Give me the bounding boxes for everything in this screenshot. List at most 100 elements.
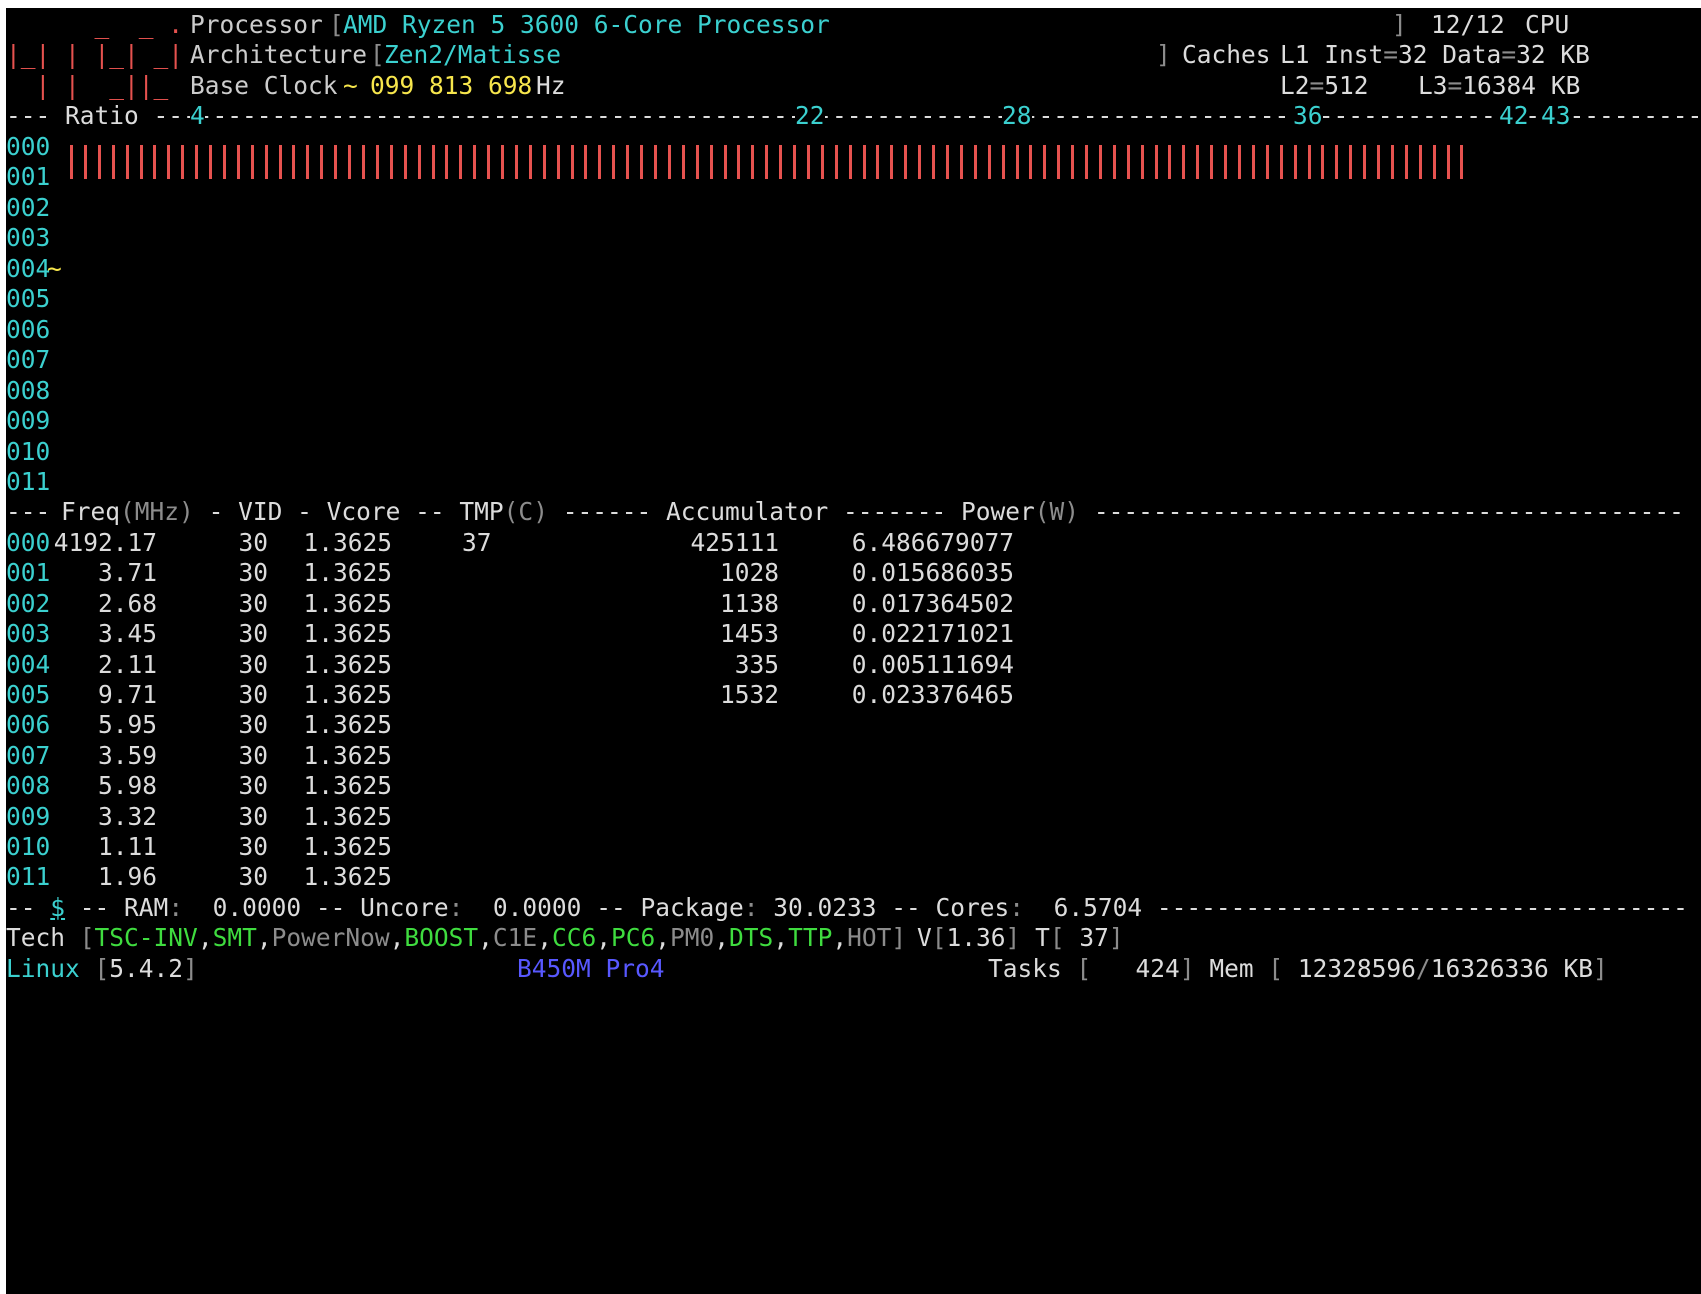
ratio-bar-tick [1363,145,1367,179]
table-cell-vid: 30 [238,771,268,801]
ratio-bar-tick [987,145,991,179]
ratio-bar-tick [1085,145,1089,179]
ratio-bar-tick [1404,145,1408,179]
ratio-bar-tick [111,145,115,179]
table-row-core: 003 [6,619,51,649]
table-cell-vid: 30 [238,710,268,740]
ratio-bar-tick [654,145,657,179]
ratio-bar-tick [1182,145,1186,179]
ratio-bar-tick [1446,145,1450,179]
ratio-tick: 4 [190,99,205,132]
ratio-bar-tick [751,145,755,179]
table-cell-vcore: 1.3625 [303,680,392,709]
table-cell-accumulator: 1028 [719,558,779,588]
tilde: ~ [343,71,358,100]
ratio-bar-tick [1418,145,1422,179]
logo-line-3: | | _||_ [6,71,169,100]
table-cell-power: 0.017364502 [851,588,1014,618]
table-cell-vcore: 1.3625 [303,832,392,861]
logo-line-1: _ _ . [6,10,184,39]
ratio-tick: 22 [795,99,825,132]
ratio-bar-tick [1349,145,1353,179]
ratio-bar-tick [1251,145,1255,179]
tech-flag: CC6 [551,923,597,952]
table-cell-accumulator: 1138 [719,588,779,618]
table-cell-accumulator [606,739,779,772]
ratio-bar-tick [640,145,644,179]
ratio-bar-tick [709,145,713,179]
ratio-bar-tick [598,145,602,179]
tech-flag: C1E [492,923,538,952]
processor-name: AMD Ryzen 5 3600 6-Core Processor [343,10,830,39]
table-cell-power: 0.023376465 [851,680,1014,709]
table-cell-tmp: 37 [462,528,492,557]
core-index: 004 [6,254,51,283]
tasks-mem: Tasks [ 424] Mem [ 12328596/16326336 KB] [988,954,1608,983]
ratio-bar-tick [445,145,449,179]
tech-flag: TTP [788,923,833,952]
base-clock-unit: Hz [536,71,566,100]
ratio-bar-tick [556,145,560,179]
table-cell-accumulator: 425111 [690,528,779,557]
ratio-bar-tick [139,145,143,179]
ratio-bar-tick [584,145,588,179]
ratio-bar-tick [264,145,268,179]
table-cell-vcore: 1.3625 [303,862,392,892]
table-cell-vid: 30 [238,680,268,709]
tech-flag: BOOST [404,923,479,952]
ratio-bar-tick [848,145,852,179]
ratio-bar-tick [1196,145,1200,179]
base-clock-label: Base Clock [190,71,338,100]
core-index: 009 [6,406,51,435]
ratio-bar-tick [904,145,908,179]
ratio-bar-tick [737,145,741,179]
dollar-toggle[interactable]: $ [50,893,65,922]
table-cell-vid: 30 [238,588,268,618]
table-cell-accumulator: 1453 [719,619,779,649]
tech-flag: HOT [847,923,892,952]
ratio-bar-tick [362,145,365,179]
table-cell-power [806,739,1014,772]
terminal-window[interactable]: _ _ . |_| | |_| _| | | _||_ Processor [ … [6,8,1701,1294]
ratio-bar-tick [1307,145,1311,179]
ratio-bar-tick [153,145,157,179]
ratio-bar-tick [876,145,880,179]
bracket: [ [370,40,385,69]
table-cell-power [806,800,1014,833]
table-cell-accumulator [606,769,779,802]
table-row-core: 011 [6,862,51,892]
ratio-bar-tick [292,145,296,179]
ratio-bar-tick [1112,145,1116,179]
core-index: 006 [6,315,51,344]
table-cell-freq: 3.59 [97,740,157,770]
table-cell-accumulator: 335 [734,649,779,679]
ratio-bar-tick [501,145,505,179]
voltage-readout: V[1.36] T[ 37] [917,923,1124,952]
table-cell-power: 0.005111694 [851,649,1014,679]
ratio-tick: 36 [1293,99,1323,132]
table-cell-freq: 5.98 [97,771,157,801]
ratio-bar-tick [459,145,463,179]
ratio-bar-tick [1126,145,1130,179]
ratio-bar-tick [83,145,87,179]
core-index: 003 [6,223,51,252]
ratio-bar-tick [918,145,922,179]
table-cell-power [806,860,1014,893]
tech-flag: TSC-INV [94,923,198,952]
table-cell-accumulator [606,800,779,833]
ratio-bar-tick [389,145,393,179]
table-cell-vid: 30 [238,740,268,770]
table-cell-freq: 9.71 [97,680,157,709]
ratio-bar-tick [195,145,199,179]
table-cell-vid: 30 [238,619,268,649]
table-row-core: 000 [6,528,51,557]
table-cell-vid: 30 [238,832,268,861]
tech-flag: DTS [729,923,774,952]
ratio-bar-tick [1001,145,1005,179]
cpu-count: 12/12 [1431,10,1505,39]
ratio-tick: 28 [1002,99,1032,132]
table-cell-vid: 30 [238,649,268,679]
ratio-bar-tick [181,145,185,179]
table-cell-vcore: 1.3625 [303,619,392,649]
ratio-bar-tick [834,145,838,179]
